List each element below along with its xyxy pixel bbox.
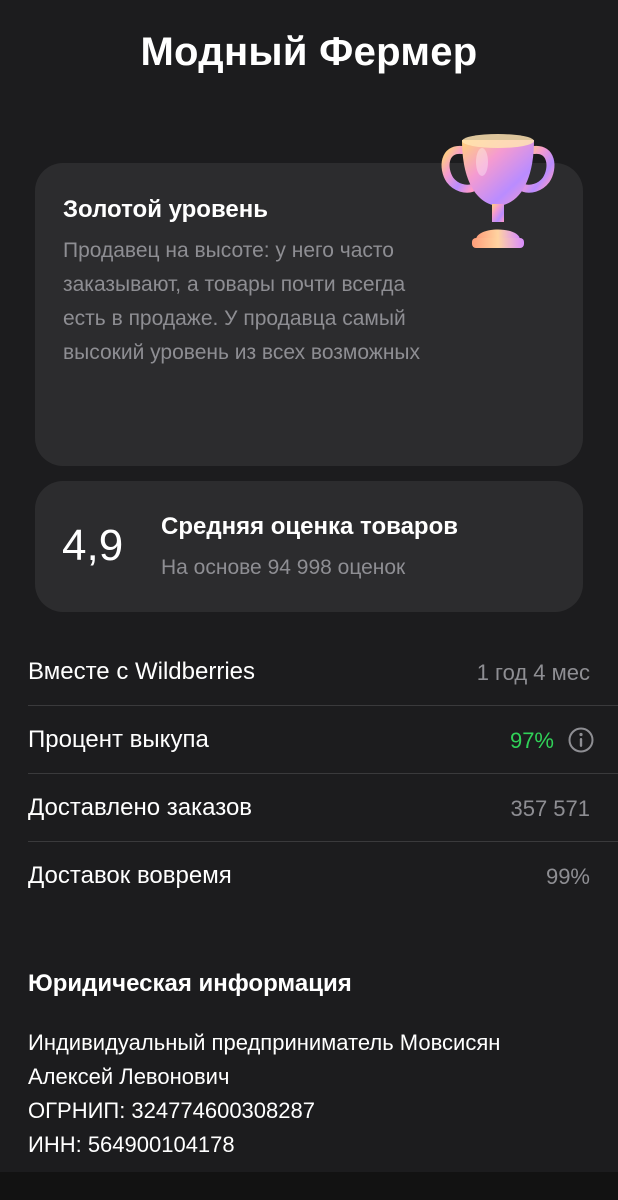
legal-line: Алексей Левонович <box>28 1064 230 1089</box>
legal-line: ОГРНИП: 324774600308287 <box>28 1098 315 1123</box>
stat-label: Доставлено заказов <box>28 794 253 821</box>
legal-line: ИНН: 564900104178 <box>28 1132 235 1157</box>
rating-subtitle: На основе 94 998 оценок <box>161 556 406 579</box>
legal-info-title: Юридическая информация <box>28 970 352 997</box>
legal-line: Индивидуальный предприниматель Мовсисян <box>28 1030 501 1055</box>
seller-stats-list: Вместе с Wildberries 1 год 4 мес Процент… <box>28 638 618 910</box>
stat-label: Процент выкупа <box>28 726 209 753</box>
bottom-navigation-bar <box>0 1172 618 1200</box>
stat-row-on-time-deliveries: Доставок вовремя 99% <box>28 842 618 910</box>
rating-value: 4,9 <box>62 521 124 570</box>
trophy-icon <box>441 134 555 248</box>
legal-info-text: Индивидуальный предприниматель Мовсисян … <box>28 1026 500 1162</box>
stat-label: Доставок вовремя <box>28 862 232 889</box>
rating-title: Средняя оценка товаров <box>161 513 458 540</box>
stat-label: Вместе с Wildberries <box>28 658 256 685</box>
stat-value: 97% <box>509 728 554 753</box>
stat-row-with-wildberries: Вместе с Wildberries 1 год 4 мес <box>28 638 618 706</box>
rating-card[interactable]: 4,9 Средняя оценка товаров На основе 94 … <box>35 481 583 612</box>
info-icon[interactable] <box>568 727 594 753</box>
stat-row-buyout-rate: Процент выкупа 97% <box>28 706 618 774</box>
stat-value: 99% <box>545 864 590 889</box>
level-description: Продавец на высоте: у него часто заказыв… <box>63 239 421 364</box>
stat-row-orders-delivered: Доставлено заказов 357 571 <box>28 774 618 842</box>
page-title: Модный Фермер <box>140 30 478 74</box>
stat-value: 357 571 <box>510 796 590 821</box>
stat-value: 1 год 4 мес <box>476 660 590 685</box>
